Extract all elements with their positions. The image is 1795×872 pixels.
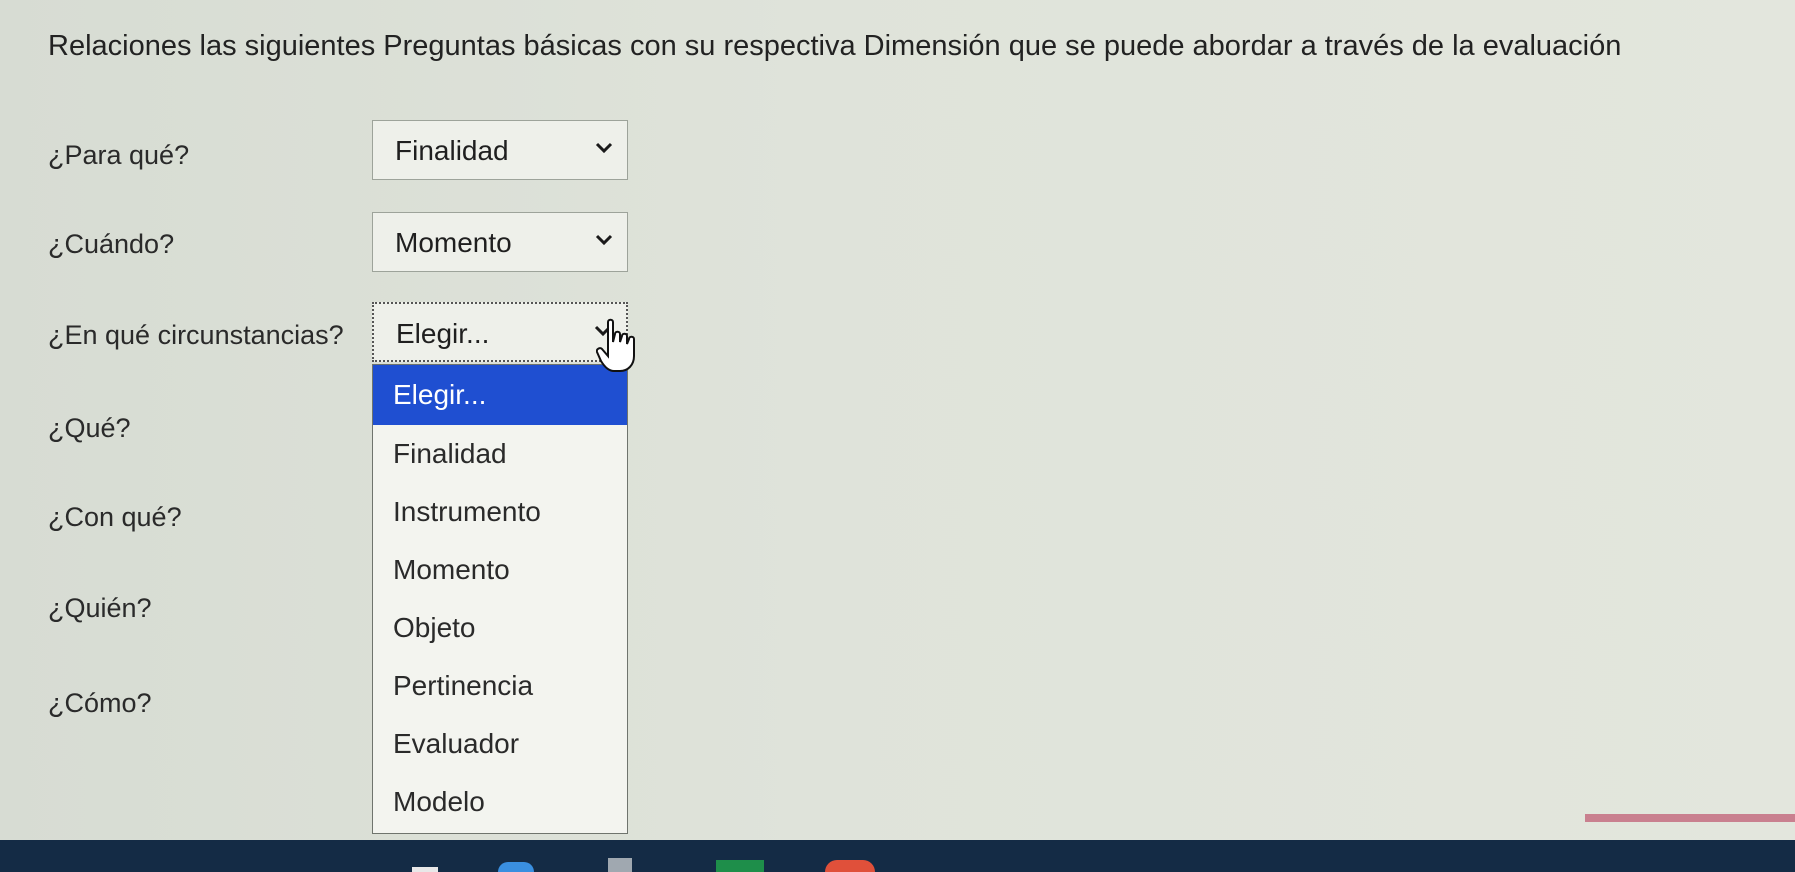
instruction-text: Relaciones las siguientes Preguntas bási…	[48, 30, 1622, 62]
taskbar-glow	[1585, 814, 1795, 822]
question-label-cuando: ¿Cuándo?	[48, 229, 175, 259]
select-cuando[interactable]: Momento	[372, 212, 628, 272]
hand-pointer-cursor-icon	[596, 318, 635, 372]
question-label-para-que: ¿Para qué?	[48, 140, 190, 170]
dropdown-option-modelo[interactable]: Modelo	[373, 773, 627, 831]
dropdown-option-objeto[interactable]: Objeto	[373, 599, 627, 657]
question-label-que: ¿Qué?	[48, 413, 131, 443]
question-label-con-que: ¿Con qué?	[48, 502, 182, 532]
taskbar-app-icon[interactable]	[498, 862, 534, 872]
chevron-down-icon	[595, 142, 613, 154]
question-label-en-que-circunstancias: ¿En qué circunstancias?	[48, 320, 344, 350]
dropdown-option-pertinencia[interactable]: Pertinencia	[373, 657, 627, 715]
question-label-quien: ¿Quién?	[48, 593, 152, 623]
dropdown-option-evaluador[interactable]: Evaluador	[373, 715, 627, 773]
select-value: Momento	[395, 227, 512, 258]
question-label-como: ¿Cómo?	[48, 688, 152, 718]
taskbar-app-icon[interactable]	[608, 858, 632, 872]
dropdown-option-elegir[interactable]: Elegir...	[373, 365, 627, 425]
taskbar	[0, 814, 1795, 872]
taskbar-app-icon[interactable]	[825, 860, 875, 872]
select-para-que[interactable]: Finalidad	[372, 120, 628, 180]
chevron-down-icon	[595, 234, 613, 246]
dropdown-option-momento[interactable]: Momento	[373, 541, 627, 599]
select-en-que-circunstancias[interactable]: Elegir...	[372, 302, 628, 362]
dropdown-option-finalidad[interactable]: Finalidad	[373, 425, 627, 483]
taskbar-app-icon[interactable]	[412, 867, 438, 872]
dropdown-list: Elegir... Finalidad Instrumento Momento …	[372, 364, 628, 834]
select-value: Finalidad	[395, 135, 509, 166]
select-value: Elegir...	[396, 318, 490, 349]
taskbar-app-icon[interactable]	[716, 860, 764, 872]
dropdown-option-instrumento[interactable]: Instrumento	[373, 483, 627, 541]
